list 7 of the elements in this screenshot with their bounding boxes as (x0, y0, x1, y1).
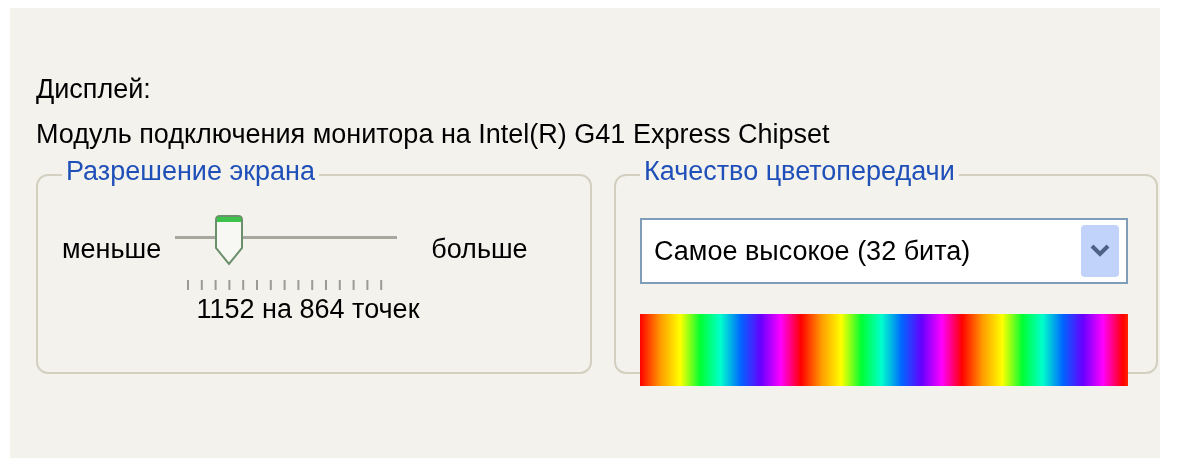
color-quality-dropdown[interactable]: Самое высокое (32 бита) (640, 218, 1128, 284)
slider-thumb[interactable] (214, 214, 245, 266)
max-label: больше (431, 233, 528, 265)
resolution-reading: 1152 на 864 точек (195, 294, 421, 325)
display-label: Дисплей: (36, 74, 152, 105)
display-device-name: Модуль подключения монитора на Intel(R) G41 Express Chipset (36, 119, 831, 150)
min-label: меньше (62, 233, 162, 265)
